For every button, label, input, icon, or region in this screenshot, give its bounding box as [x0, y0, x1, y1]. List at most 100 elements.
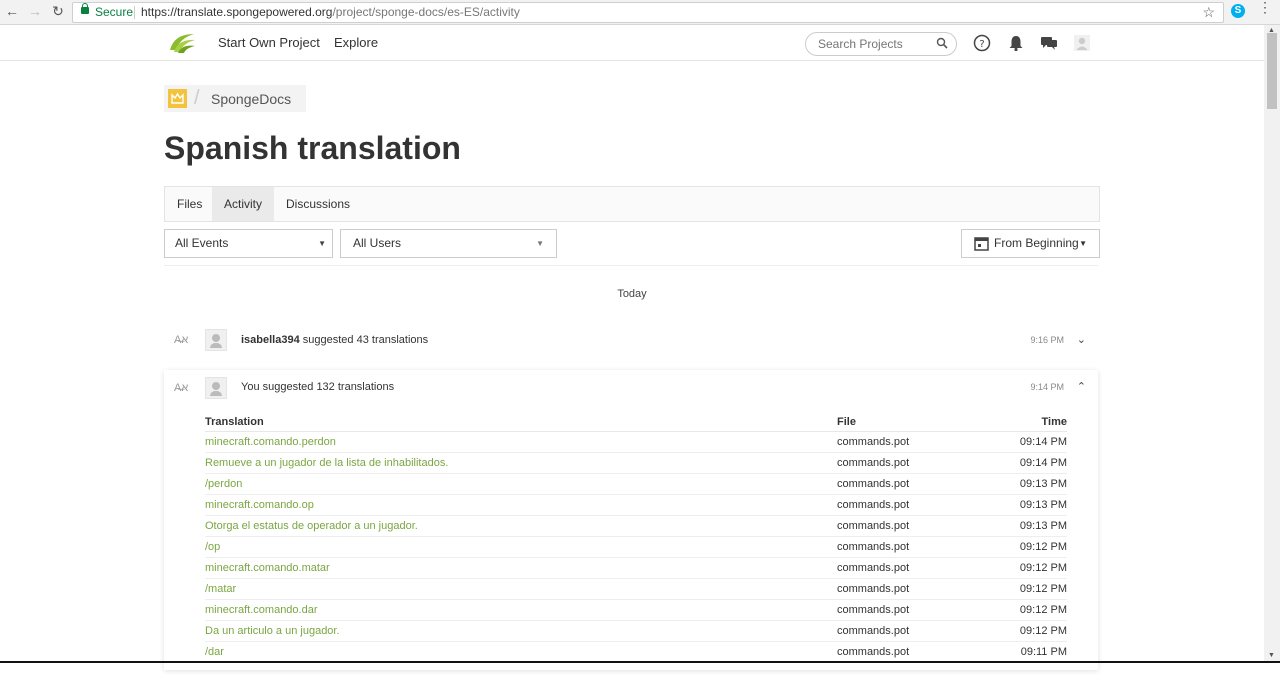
translation-link[interactable]: minecraft.comando.dar [205, 599, 837, 621]
row-time: 09:12 PM [982, 557, 1067, 579]
column-header-file: File [837, 412, 982, 432]
row-time: 09:13 PM [982, 473, 1067, 495]
file-name: commands.pot [837, 641, 982, 663]
file-name: commands.pot [837, 452, 982, 474]
caret-down-icon: ▼ [318, 239, 326, 248]
help-icon[interactable]: ? [973, 34, 991, 52]
table-row: minecraft.comando.perdon commands.pot 09:1… [205, 431, 1067, 453]
url-host: https://translate.spongepowered.org [141, 5, 333, 19]
table-row: /matar commands.pot 09:12 PM [205, 578, 1067, 600]
tab-bar: Files Activity Discussions [164, 186, 1100, 222]
user-avatar-icon[interactable] [1073, 34, 1091, 52]
row-time: 09:14 PM [982, 431, 1067, 453]
translation-link[interactable]: /perdon [205, 473, 837, 495]
reload-icon[interactable]: ↻ [50, 3, 66, 20]
users-filter-select[interactable]: All Users ▼ [340, 229, 557, 258]
translate-icon: A̶א [174, 382, 189, 394]
row-time: 09:12 PM [982, 620, 1067, 642]
search-icon[interactable] [936, 37, 948, 49]
browser-menu-icon[interactable]: ⋮ [1258, 0, 1272, 14]
divider [164, 265, 1098, 266]
column-header-time: Time [982, 412, 1067, 432]
project-breadcrumb[interactable]: / SpongeDocs [164, 85, 306, 112]
row-time: 09:11 PM [982, 641, 1067, 663]
search-input[interactable] [816, 36, 930, 52]
event-action: suggested 43 translations [302, 334, 429, 346]
translation-link[interactable]: minecraft.comando.perdon [205, 431, 837, 453]
url-text[interactable]: https://translate.spongepowered.org/proj… [141, 3, 520, 22]
chevron-down-icon[interactable]: ⌄ [1077, 333, 1086, 346]
row-time: 09:12 PM [982, 578, 1067, 600]
file-name: commands.pot [837, 557, 982, 579]
event-action: suggested 132 translations [262, 381, 395, 393]
row-time: 09:13 PM [982, 494, 1067, 516]
row-time: 09:12 PM [982, 599, 1067, 621]
discussions-icon[interactable] [1040, 34, 1058, 52]
page-title: Spanish translation [164, 130, 461, 166]
tab-files[interactable]: Files [165, 187, 214, 221]
translation-link[interactable]: minecraft.comando.op [205, 494, 837, 516]
caret-down-icon: ▼ [536, 239, 544, 248]
file-name: commands.pot [837, 473, 982, 495]
row-time: 09:12 PM [982, 536, 1067, 558]
skype-extension-icon[interactable]: S [1231, 4, 1245, 18]
day-heading: Today [617, 288, 647, 300]
row-time: 09:13 PM [982, 515, 1067, 537]
url-path: /project/sponge-docs/es-ES/activity [332, 5, 520, 19]
translation-link[interactable]: /matar [205, 578, 837, 600]
scroll-down-icon[interactable]: ▼ [1268, 652, 1275, 659]
svg-text:?: ? [979, 39, 984, 50]
forward-icon[interactable]: → [27, 3, 43, 19]
events-filter-value: All Events [175, 236, 229, 250]
notifications-bell-icon[interactable] [1007, 34, 1025, 52]
table-row: /op commands.pot 09:12 PM [205, 536, 1067, 558]
back-icon[interactable]: ← [4, 3, 20, 19]
browser-toolbar: ← → ↻ Secure https://translate.spongepow… [0, 0, 1280, 25]
translation-link[interactable]: Da un articulo a un jugador. [205, 620, 837, 642]
translation-link[interactable]: /op [205, 536, 837, 558]
file-name: commands.pot [837, 431, 982, 453]
breadcrumb-separator: / [194, 87, 200, 109]
row-time: 09:14 PM [982, 452, 1067, 474]
activity-event[interactable]: A̶א isabella394 suggested 43 translation… [164, 328, 1098, 352]
table-row: Da un articulo a un jugador. commands.pot… [205, 620, 1067, 642]
translations-table: Translation File Time minecraft.comando.… [205, 412, 1067, 663]
date-range-button[interactable]: From Beginning ▼ [961, 229, 1100, 258]
translation-link[interactable]: minecraft.comando.matar [205, 557, 837, 579]
page-scrollbar[interactable]: ▲ ▼ [1264, 25, 1280, 661]
event-user: You [241, 381, 260, 393]
bookmark-star-icon[interactable]: ☆ [1202, 3, 1215, 22]
translation-link[interactable]: /dar [205, 641, 837, 663]
zanata-logo-icon[interactable] [168, 30, 196, 56]
start-own-project-link[interactable]: Start Own Project [218, 35, 320, 50]
column-header-translation: Translation [205, 412, 837, 432]
table-row: minecraft.comando.matar commands.pot 09:12… [205, 557, 1067, 579]
event-time: 9:16 PM [1030, 335, 1064, 345]
lock-icon [81, 3, 89, 14]
avatar [205, 329, 227, 351]
tab-activity[interactable]: Activity [212, 187, 275, 221]
file-name: commands.pot [837, 536, 982, 558]
caret-down-icon: ▼ [1079, 239, 1087, 248]
translation-link[interactable]: Otorga el estatus de operador a un jugad… [205, 515, 837, 537]
activity-event[interactable]: A̶א You suggested 132 translations 9:14 … [164, 376, 1098, 400]
top-navigation: Start Own Project Explore ? [0, 25, 1264, 61]
project-name[interactable]: SpongeDocs [211, 91, 291, 107]
explore-link[interactable]: Explore [334, 35, 378, 50]
divider [134, 6, 135, 19]
address-bar[interactable]: Secure https://translate.spongepowered.o… [72, 2, 1224, 23]
tab-discussions[interactable]: Discussions [274, 187, 362, 221]
window-edge [0, 661, 1280, 663]
chevron-up-icon[interactable]: ⌃ [1077, 380, 1086, 393]
events-filter-select[interactable]: All Events ▼ [164, 229, 333, 258]
scrollbar-thumb[interactable] [1267, 33, 1277, 109]
secure-label: Secure [95, 5, 134, 19]
file-name: commands.pot [837, 599, 982, 621]
table-row: Remueve a un jugador de la lista de inha… [205, 452, 1067, 474]
event-user[interactable]: isabella394 [241, 334, 300, 346]
table-header-row: Translation File Time [205, 412, 1067, 432]
search-box[interactable] [805, 32, 957, 56]
users-filter-value: All Users [353, 236, 402, 250]
table-row: /dar commands.pot 09:11 PM [205, 641, 1067, 663]
translation-link[interactable]: Remueve a un jugador de la lista de inha… [205, 452, 837, 474]
